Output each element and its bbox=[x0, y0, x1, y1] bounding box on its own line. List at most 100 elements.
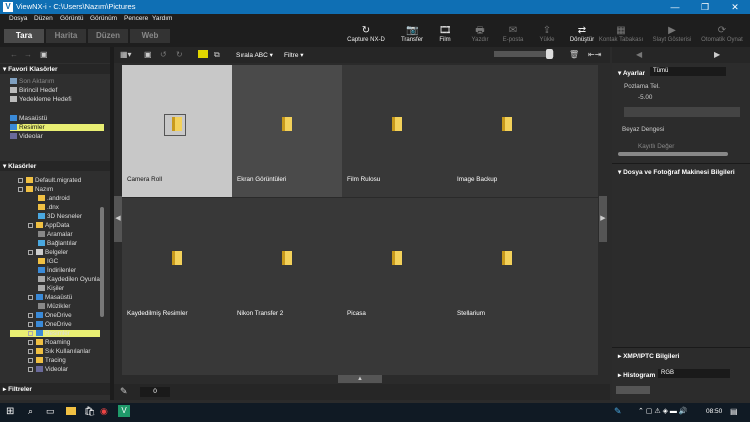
windows-start-icon[interactable]: ⊞ bbox=[6, 406, 14, 417]
zoom-slider-thumb[interactable] bbox=[546, 49, 553, 59]
expand-bottom-handle[interactable]: ▲ bbox=[338, 375, 382, 383]
trash-icon[interactable]: 🗑 bbox=[569, 50, 579, 59]
next-icon[interactable]: ▶ bbox=[714, 50, 720, 59]
tree-item[interactable]: Default.migrated bbox=[18, 177, 81, 184]
camera-info-header[interactable]: ▾ Dosya ve Fotoğraf Makinesi Bilgileri bbox=[618, 168, 735, 176]
zoom-slider-track[interactable] bbox=[494, 51, 554, 57]
tab-harita[interactable]: Harita bbox=[46, 29, 86, 43]
tab-tara[interactable]: Tara bbox=[4, 29, 44, 43]
menu-goruntu[interactable]: Görüntü bbox=[60, 15, 84, 22]
sort-button[interactable]: Sırala ABC ▾ bbox=[236, 51, 273, 59]
tree-item[interactable]: Tracing bbox=[28, 357, 66, 364]
filter-button[interactable]: Filtre ▾ bbox=[284, 51, 304, 59]
tree-item[interactable]: .android bbox=[38, 195, 70, 202]
tree-item[interactable]: Kişiler bbox=[38, 285, 64, 292]
task-view-icon[interactable]: ▭ bbox=[46, 406, 55, 417]
contact-sheet-button[interactable]: ▦ Kontak Tabakası bbox=[598, 25, 644, 47]
folder-nav-icon[interactable]: ▣ bbox=[40, 50, 48, 59]
favorite-desktop[interactable]: Masaüstü bbox=[10, 115, 47, 122]
collapse-right-handle[interactable]: ▶ bbox=[599, 196, 607, 242]
tree-item[interactable]: Aramalar bbox=[38, 231, 73, 238]
histogram-header[interactable]: ▸ Histogram bbox=[618, 371, 655, 379]
tree-item[interactable]: Nazım bbox=[18, 186, 53, 193]
chrome-icon[interactable]: ◉ bbox=[100, 406, 108, 417]
swap-icon[interactable]: ⇤⇥ bbox=[588, 50, 601, 59]
tree-item[interactable]: İndirilenler bbox=[38, 267, 76, 274]
rotate-right-icon[interactable]: ↻ bbox=[176, 50, 183, 59]
search-icon[interactable]: ⌕ bbox=[28, 406, 33, 417]
label-icon[interactable] bbox=[198, 50, 208, 58]
filters-header[interactable]: ▸ Filtreler bbox=[3, 385, 107, 395]
folder-thumb[interactable]: Kaydedilmiş Resimler bbox=[122, 199, 232, 331]
folders-header[interactable]: ▾ Klasörler bbox=[3, 162, 107, 172]
upload-button[interactable]: ⇪ Yükle bbox=[527, 25, 567, 47]
forward-arrow-icon[interactable]: → bbox=[24, 50, 32, 59]
tray-icons[interactable]: ⌃ ▢ ⚠ ◈ ▬ 🔊 bbox=[638, 407, 688, 415]
tab-duzen[interactable]: Düzen bbox=[88, 29, 128, 43]
settings-scrollbar[interactable] bbox=[618, 152, 728, 156]
tree-item[interactable]: Videolar bbox=[28, 366, 68, 373]
collapse-left-handle[interactable]: ◀ bbox=[114, 196, 122, 242]
tree-item[interactable]: OneDrive bbox=[28, 312, 72, 319]
maximize-button[interactable]: ❐ bbox=[690, 0, 720, 14]
favorites-header[interactable]: ▾ Favori Klasörler bbox=[3, 65, 107, 75]
tree-item[interactable]: 3D Nesneler bbox=[38, 213, 82, 220]
favorite-videos[interactable]: Videolar bbox=[10, 133, 43, 140]
favorite-last-transfer[interactable]: Son Aktarım bbox=[10, 78, 54, 85]
tree-item[interactable]: Sık Kullanılanlar bbox=[28, 348, 91, 355]
tree-scrollbar[interactable] bbox=[100, 207, 104, 317]
explorer-icon[interactable] bbox=[66, 407, 76, 415]
folder-thumb[interactable]: Image Backup bbox=[452, 65, 562, 197]
menu-dosya[interactable]: Dosya bbox=[9, 15, 27, 22]
image-view-icon[interactable]: ▣ bbox=[144, 50, 152, 59]
histogram-dropdown[interactable]: RGB bbox=[658, 369, 730, 378]
slideshow-button[interactable]: ▶ Slayt Gösterisi bbox=[648, 25, 696, 47]
settings-dropdown[interactable]: Tümü bbox=[650, 67, 726, 76]
tree-item[interactable]: .dnx bbox=[38, 204, 59, 211]
tree-item[interactable]: Masaüstü bbox=[28, 294, 72, 301]
film-button[interactable]: 🎞 Film bbox=[425, 25, 465, 47]
back-arrow-icon[interactable]: ← bbox=[10, 50, 18, 59]
rotate-left-icon[interactable]: ↺ bbox=[160, 50, 167, 59]
menu-gorunum[interactable]: Görünüm bbox=[90, 15, 117, 22]
edit-icon[interactable]: ✎ bbox=[120, 386, 128, 397]
tree-item[interactable]: Müzikler bbox=[38, 303, 70, 310]
tree-item[interactable]: Belgeler bbox=[28, 249, 68, 256]
folder-thumb[interactable]: Film Rulosu bbox=[342, 65, 452, 197]
tree-item[interactable]: Kaydedilen Oyunlar bbox=[38, 276, 102, 283]
tree-item[interactable]: AppData bbox=[28, 222, 70, 229]
folder-thumb[interactable]: Picasa bbox=[342, 199, 452, 331]
menu-pencere[interactable]: Pencere bbox=[124, 15, 148, 22]
tree-item[interactable]: IGC bbox=[38, 258, 58, 265]
convert-button[interactable]: ⇄ Dönüştür bbox=[562, 25, 602, 47]
favorite-primary-target[interactable]: Birincil Hedef bbox=[10, 87, 57, 94]
viewnx-taskbar-icon[interactable]: V bbox=[118, 405, 130, 417]
folder-thumb[interactable]: Stellarium bbox=[452, 199, 562, 331]
folder-thumb[interactable]: Ekran Görüntüleri bbox=[232, 65, 342, 197]
store-icon[interactable]: 🛍 bbox=[84, 406, 95, 417]
tree-item-selected[interactable]: Resimler bbox=[10, 330, 100, 337]
pen-icon[interactable]: ✎ bbox=[614, 406, 622, 417]
favorite-pictures[interactable]: Resimler bbox=[10, 124, 104, 131]
prev-icon[interactable]: ◀ bbox=[636, 50, 642, 59]
tree-item[interactable]: OneDrive bbox=[28, 321, 72, 328]
menu-duzen[interactable]: Düzen bbox=[34, 15, 53, 22]
tree-item[interactable]: Roaming bbox=[28, 339, 70, 346]
settings-header[interactable]: ▾ Ayarlar bbox=[618, 69, 645, 77]
folder-thumb-camera-roll[interactable]: Camera Roll bbox=[122, 65, 232, 197]
favorite-backup-target[interactable]: Yedekleme Hedefi bbox=[10, 96, 72, 103]
xmp-header[interactable]: ▸ XMP/IPTC Bilgileri bbox=[618, 352, 679, 360]
minimize-button[interactable]: — bbox=[660, 0, 690, 14]
tab-web[interactable]: Web bbox=[130, 29, 170, 43]
grid-view-icon[interactable]: ▦▾ bbox=[120, 50, 132, 59]
panel-button[interactable] bbox=[616, 386, 650, 394]
notification-icon[interactable]: ▤ bbox=[730, 407, 738, 416]
exposure-slider[interactable] bbox=[624, 107, 740, 117]
folder-thumb[interactable]: Nikon Transfer 2 bbox=[232, 199, 342, 331]
copy-icon[interactable]: ⧉ bbox=[214, 50, 220, 60]
close-button[interactable]: ✕ bbox=[720, 0, 750, 14]
tree-item[interactable]: Bağlantılar bbox=[38, 240, 77, 247]
capture-nxd-button[interactable]: ↻ Capture NX-D bbox=[342, 25, 390, 47]
autoplay-button[interactable]: ⟳ Otomatik Oynat bbox=[698, 25, 746, 47]
menu-yardim[interactable]: Yardım bbox=[152, 15, 172, 22]
